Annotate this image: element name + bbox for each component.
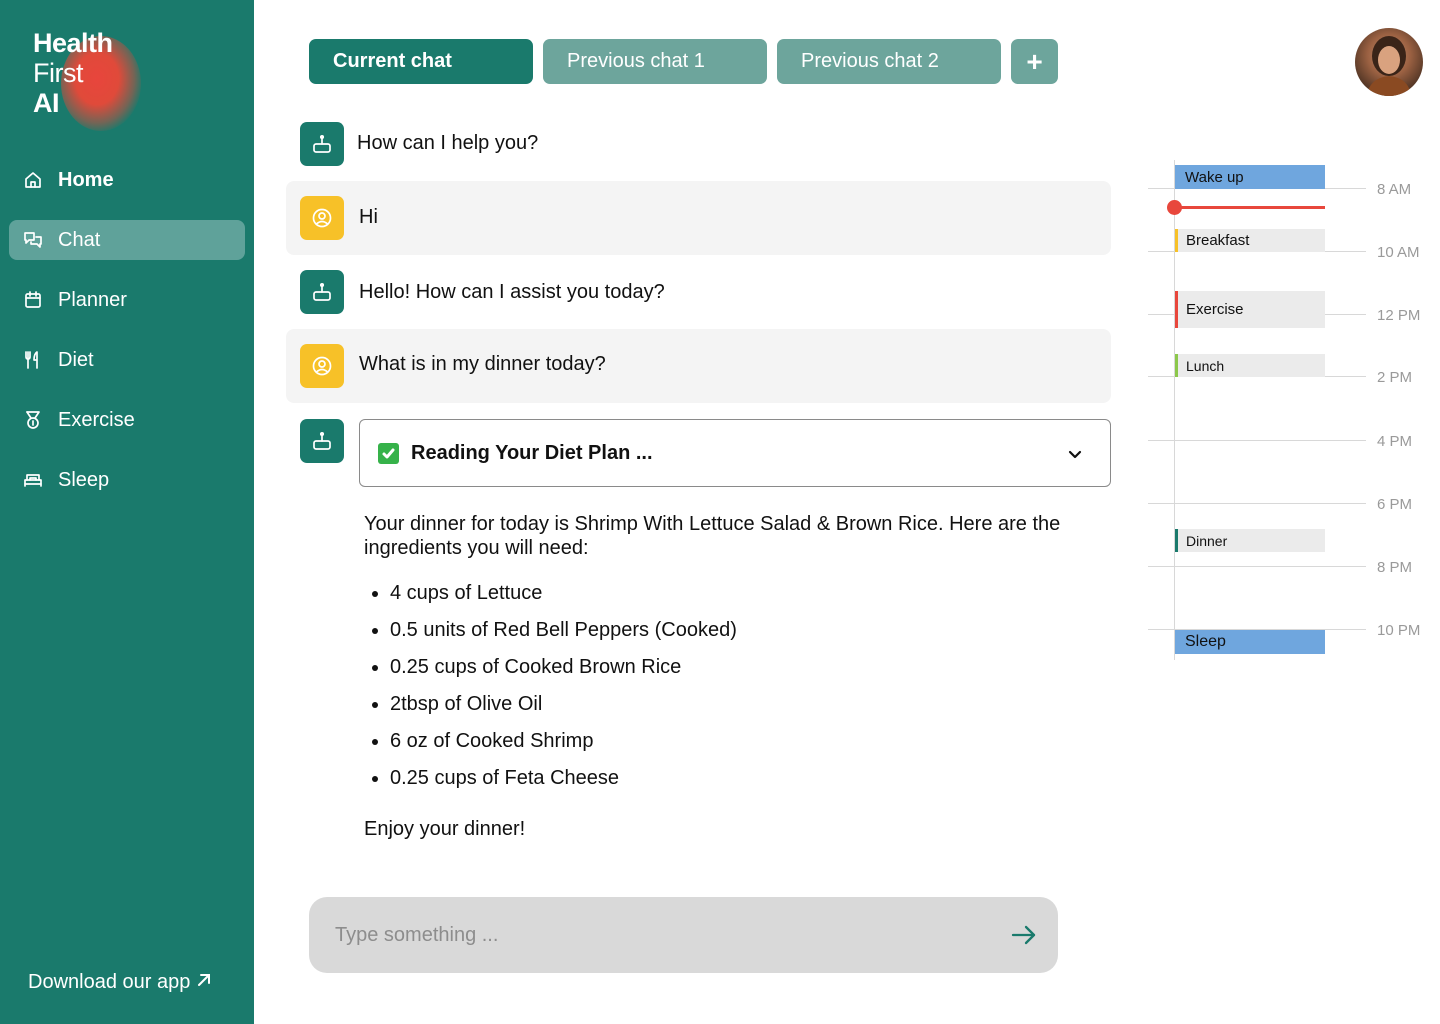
list-item: 2tbsp of Olive Oil: [364, 689, 737, 726]
timeline-event-dinner[interactable]: Dinner: [1175, 529, 1325, 552]
hour-label: 10 PM: [1377, 622, 1421, 639]
bot-icon: [300, 270, 344, 314]
timeline-event-exercise[interactable]: Exercise: [1175, 291, 1325, 328]
arrow-up-right-icon: [190, 971, 212, 994]
list-item: 0.25 cups of Feta Cheese: [364, 763, 737, 800]
hour-label: 8 AM: [1377, 181, 1412, 198]
list-item: 6 oz of Cooked Shrimp: [364, 726, 737, 763]
logo-line-3: AI: [33, 88, 59, 118]
message-text: What is in my dinner today?: [359, 353, 606, 375]
avatar[interactable]: [1355, 28, 1423, 96]
sidebar-item-sleep[interactable]: Sleep: [9, 460, 245, 500]
sidebar-item-diet[interactable]: Diet: [9, 340, 245, 380]
medal-icon: [23, 410, 43, 430]
sidebar-item-chat[interactable]: Chat: [9, 220, 245, 260]
logo-text: Health First AI: [33, 28, 113, 118]
message-text: How can I help you?: [357, 132, 539, 154]
chevron-down-icon: [1066, 445, 1084, 463]
logo-line-1: Health: [33, 28, 113, 58]
timeline-event-breakfast[interactable]: Breakfast: [1175, 229, 1325, 252]
home-icon: [23, 170, 43, 190]
bed-icon: [23, 470, 43, 490]
download-app-label: Download our app: [28, 971, 191, 993]
chat-message-user: What is in my dinner today?: [286, 329, 1111, 403]
message-text: Hello! How can I assist you today?: [359, 281, 665, 303]
user-icon: [300, 344, 344, 388]
user-icon: [300, 196, 344, 240]
sidebar: Health First AI Home Chat Planner Diet E…: [0, 0, 254, 1024]
timeline-event-lunch[interactable]: Lunch: [1175, 354, 1325, 377]
sidebar-item-label: Home: [58, 168, 114, 191]
hour-gridline: [1148, 566, 1366, 567]
sidebar-item-label: Sleep: [58, 468, 110, 491]
timeline-event-sleep[interactable]: Sleep: [1175, 630, 1325, 654]
message-text: Hi: [359, 206, 378, 228]
chat-message-bot: How can I help you?: [286, 121, 1111, 167]
tab-previous-chat-2[interactable]: Previous chat 2: [777, 39, 1001, 84]
bot-icon: [300, 419, 344, 463]
response-closing: Enjoy your dinner!: [364, 818, 526, 840]
tab-previous-chat-1[interactable]: Previous chat 1: [543, 39, 767, 84]
ingredient-list: 4 cups of Lettuce 0.5 units of Red Bell …: [364, 578, 737, 800]
hour-label: 6 PM: [1377, 496, 1413, 513]
hour-label: 4 PM: [1377, 433, 1413, 450]
message-input-bar: [309, 897, 1058, 973]
sidebar-item-planner[interactable]: Planner: [9, 280, 245, 320]
calendar-icon: [23, 290, 43, 310]
logo[interactable]: Health First AI: [33, 28, 143, 131]
chat-message-user: Hi: [286, 181, 1111, 255]
list-item: 0.25 cups of Cooked Brown Rice: [364, 652, 737, 689]
tab-current-chat[interactable]: Current chat: [309, 39, 533, 84]
daily-timeline: 8 AM 10 AM 12 PM 2 PM 4 PM 6 PM 8 PM 10 …: [1148, 160, 1440, 670]
logo-line-2: First: [33, 58, 83, 88]
hour-label: 8 PM: [1377, 559, 1413, 576]
sidebar-nav: Home Chat Planner Diet Exercise Sleep: [9, 160, 245, 520]
utensils-icon: [23, 350, 43, 370]
current-time-dot: [1167, 200, 1182, 215]
hour-label: 2 PM: [1377, 369, 1413, 386]
list-item: 4 cups of Lettuce: [364, 578, 737, 615]
hour-gridline: [1148, 503, 1366, 504]
sidebar-item-label: Exercise: [58, 408, 135, 431]
response-intro: Your dinner for today is Shrimp With Let…: [364, 513, 1061, 559]
current-time-line: [1175, 206, 1325, 209]
diet-plan-status-dropdown[interactable]: Reading Your Diet Plan ...: [359, 419, 1111, 487]
sidebar-item-home[interactable]: Home: [9, 160, 245, 200]
hour-label: 10 AM: [1377, 244, 1420, 261]
sidebar-item-exercise[interactable]: Exercise: [9, 400, 245, 440]
timeline-event-wake-up[interactable]: Wake up: [1175, 165, 1325, 189]
chat-message-bot: Hello! How can I assist you today?: [286, 270, 1111, 314]
bot-icon: [300, 122, 344, 166]
sidebar-item-label: Diet: [58, 348, 94, 371]
sidebar-item-label: Chat: [58, 228, 101, 251]
send-arrow-icon[interactable]: [1009, 920, 1039, 950]
list-item: 0.5 units of Red Bell Peppers (Cooked): [364, 615, 737, 652]
sidebar-item-label: Planner: [58, 288, 127, 311]
hour-gridline: [1148, 440, 1366, 441]
chat-icon: [23, 230, 43, 250]
chat-message-bot-response: [286, 419, 346, 463]
check-icon: [378, 442, 399, 464]
message-input[interactable]: [335, 919, 975, 951]
status-label: Reading Your Diet Plan ...: [411, 441, 653, 464]
new-chat-button[interactable]: +: [1011, 39, 1058, 84]
hour-label: 12 PM: [1377, 307, 1421, 324]
download-app-link[interactable]: Download our app: [28, 971, 212, 994]
